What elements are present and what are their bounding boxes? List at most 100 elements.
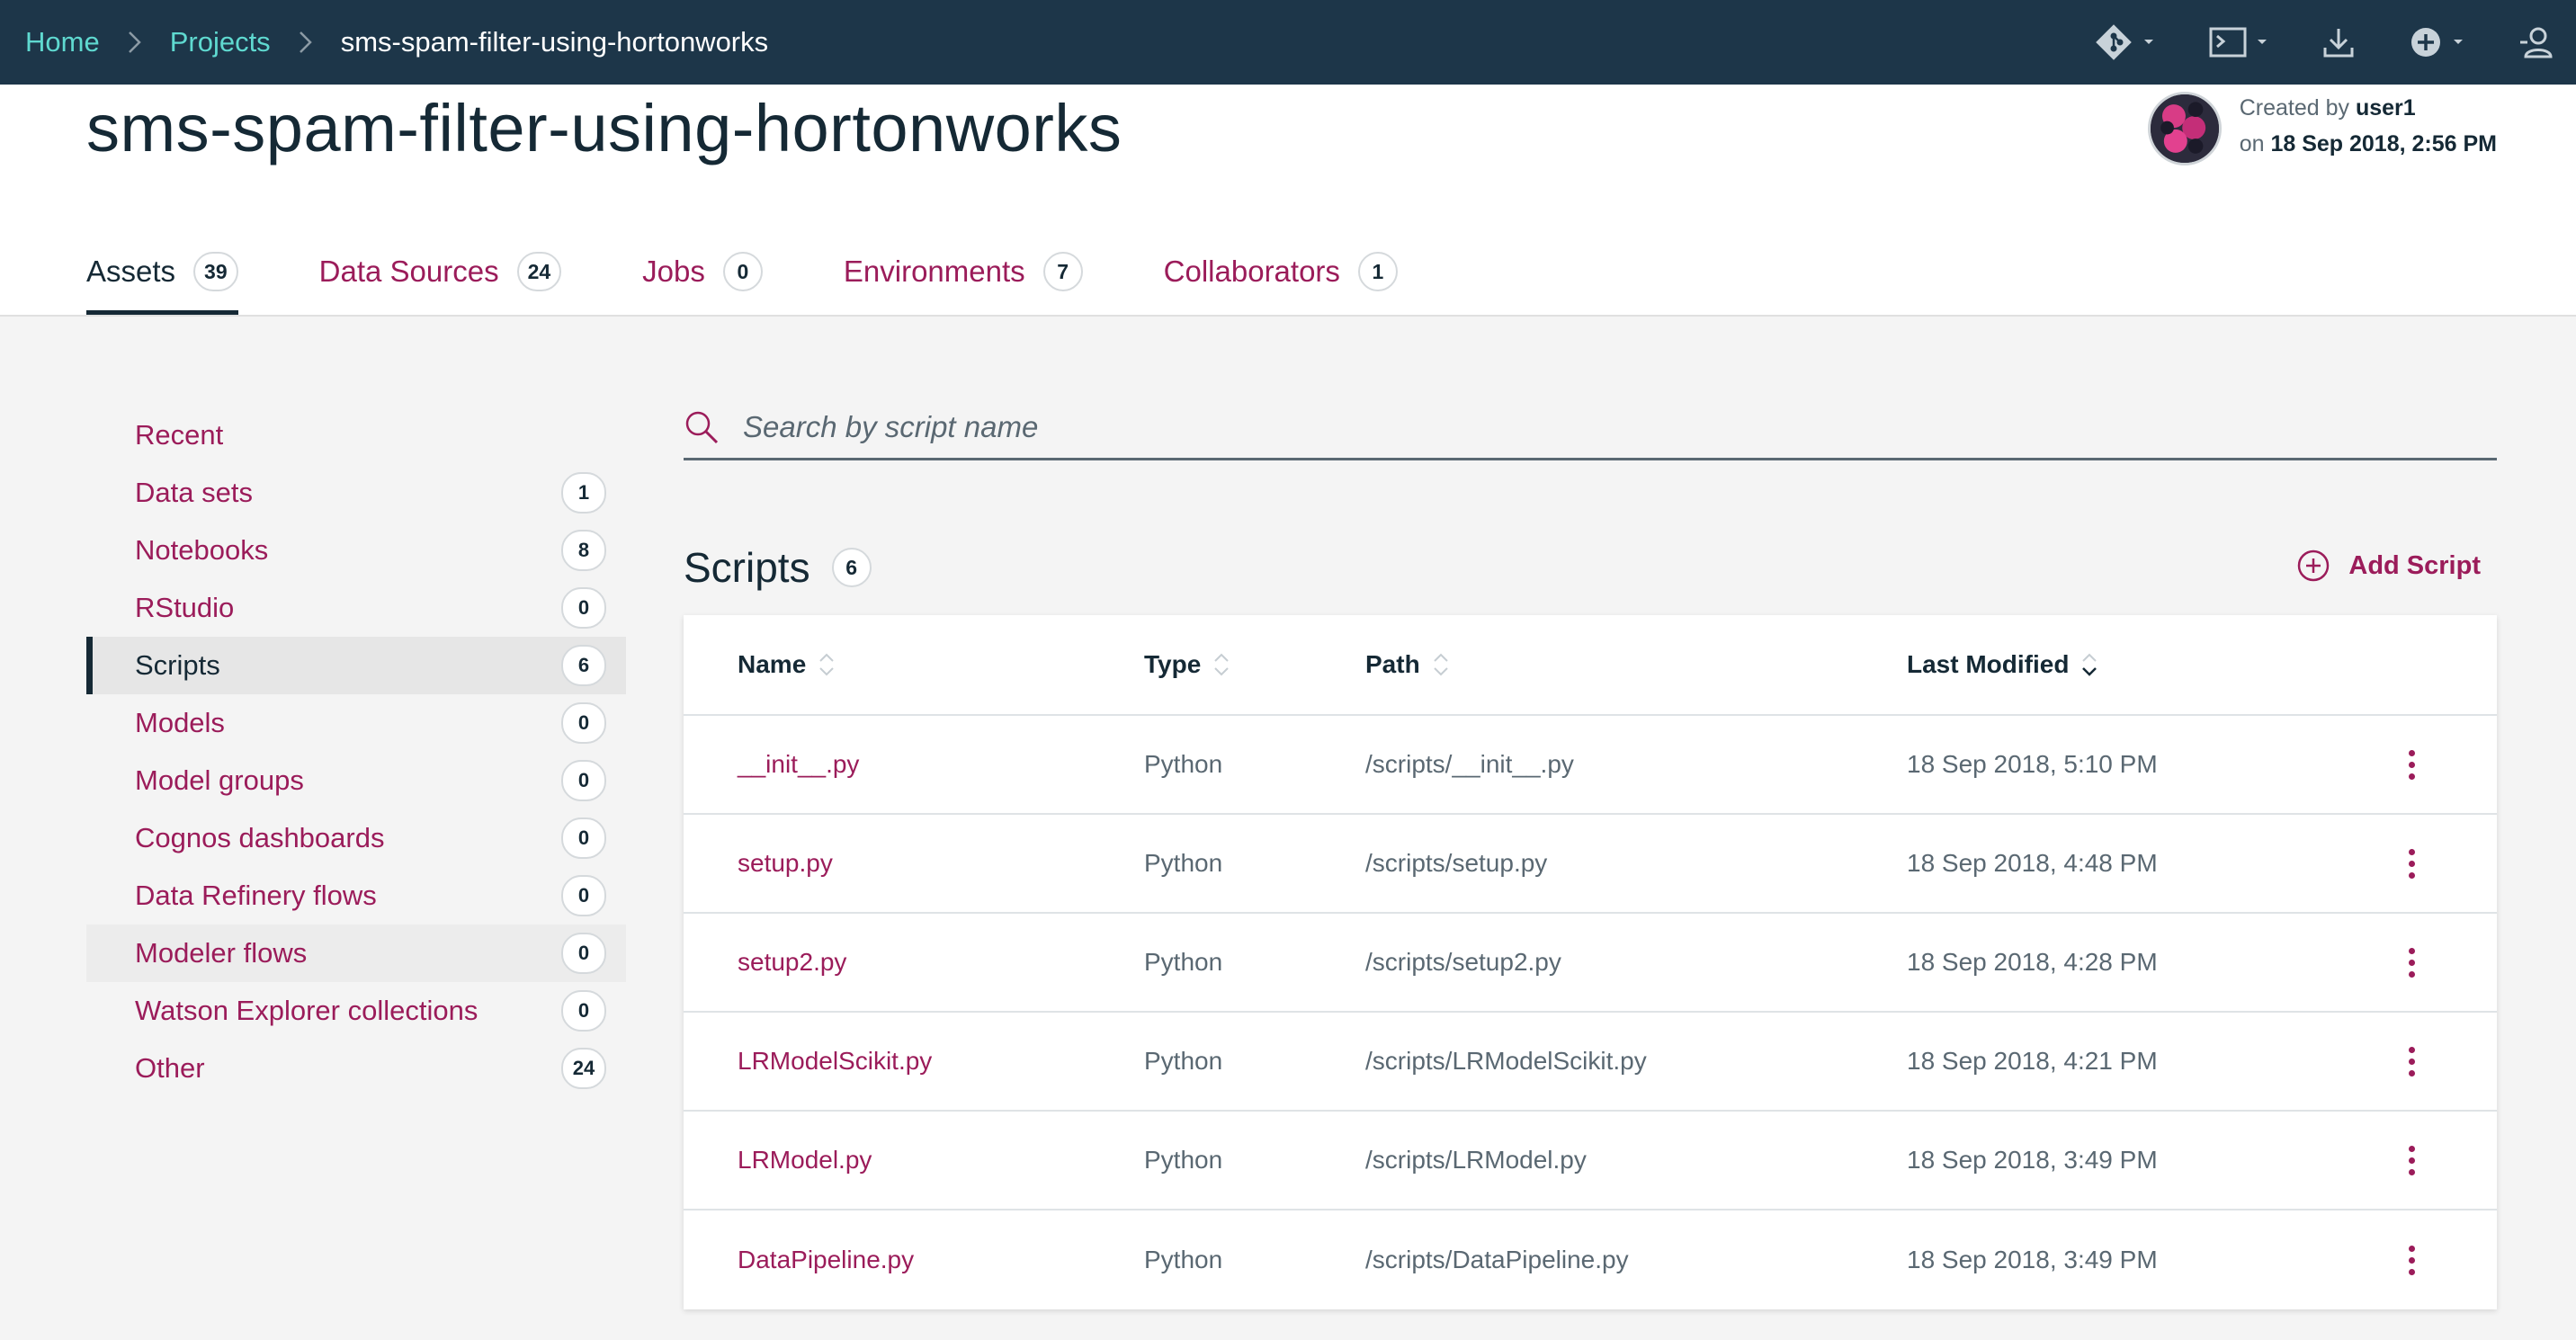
user-profile-button[interactable] bbox=[2518, 24, 2554, 60]
sidebar-item-rstudio[interactable]: RStudio 0 bbox=[86, 579, 626, 637]
user-icon bbox=[2520, 27, 2553, 58]
row-overflow-menu-button[interactable] bbox=[2400, 745, 2424, 785]
count-badge: 6 bbox=[831, 548, 872, 587]
created-by-user: user1 bbox=[2355, 95, 2416, 121]
column-header-label: Path bbox=[1365, 650, 1420, 678]
script-name-link[interactable]: LRModelScikit.py bbox=[738, 1047, 932, 1076]
script-last-modified: 18 Sep 2018, 5:10 PM bbox=[1907, 750, 2158, 778]
table-row[interactable]: DataPipeline.py Python /scripts/DataPipe… bbox=[684, 1210, 2497, 1309]
table-row[interactable]: LRModel.py Python /scripts/LRModel.py 18… bbox=[684, 1112, 2497, 1210]
column-header-type[interactable]: Type bbox=[1144, 650, 1230, 679]
script-name-link[interactable]: __init__.py bbox=[738, 750, 859, 779]
row-overflow-menu-button[interactable] bbox=[2400, 1041, 2424, 1082]
sort-icon bbox=[1213, 653, 1230, 676]
script-last-modified: 18 Sep 2018, 3:49 PM bbox=[1907, 1146, 2158, 1174]
column-header-label: Last Modified bbox=[1907, 650, 2070, 678]
row-overflow-menu-button[interactable] bbox=[2400, 844, 2424, 884]
sidebar-item-watson-explorer-collections[interactable]: Watson Explorer collections 0 bbox=[86, 982, 626, 1040]
script-name-link[interactable]: DataPipeline.py bbox=[738, 1246, 914, 1274]
sidebar-item-label: Notebooks bbox=[135, 534, 269, 566]
script-name-link[interactable]: setup.py bbox=[738, 849, 833, 878]
count-badge: 8 bbox=[561, 530, 606, 571]
count-badge: 0 bbox=[561, 990, 606, 1032]
count-badge: 24 bbox=[516, 252, 562, 291]
script-type: Python bbox=[1144, 1146, 1223, 1174]
column-header-name[interactable]: Name bbox=[738, 650, 835, 679]
sidebar-item-other[interactable]: Other 24 bbox=[86, 1040, 626, 1097]
script-name-link[interactable]: LRModel.py bbox=[738, 1146, 872, 1175]
sort-icon bbox=[1433, 653, 1449, 676]
count-badge: 0 bbox=[561, 933, 606, 974]
kebab-dot-icon bbox=[2409, 871, 2415, 879]
search-input[interactable] bbox=[743, 409, 2452, 444]
breadcrumb-projects[interactable]: Projects bbox=[170, 26, 271, 58]
download-button[interactable] bbox=[2322, 26, 2355, 58]
sidebar-item-modeler-flows[interactable]: Modeler flows 0 bbox=[86, 925, 626, 982]
tab-environments[interactable]: Environments 7 bbox=[844, 228, 1083, 315]
script-path: /scripts/DataPipeline.py bbox=[1365, 1246, 1629, 1273]
kebab-dot-icon bbox=[2409, 1245, 2415, 1252]
breadcrumb-home[interactable]: Home bbox=[25, 26, 100, 58]
table-row[interactable]: setup.py Python /scripts/setup.py 18 Sep… bbox=[684, 815, 2497, 914]
chevron-right-icon bbox=[127, 31, 143, 54]
page-title: sms-spam-filter-using-hortonworks bbox=[86, 91, 1123, 165]
kebab-dot-icon bbox=[2409, 848, 2415, 855]
script-path: /scripts/LRModelScikit.py bbox=[1365, 1047, 1647, 1075]
sidebar-item-models[interactable]: Models 0 bbox=[86, 694, 626, 752]
avatar bbox=[2147, 92, 2222, 165]
git-menu-button[interactable] bbox=[2094, 22, 2155, 62]
sidebar-item-label: Modeler flows bbox=[135, 937, 308, 969]
top-nav-bar: Home Projects sms-spam-filter-using-hort… bbox=[0, 0, 2576, 85]
sort-icon bbox=[818, 653, 835, 676]
tab-collaborators[interactable]: Collaborators 1 bbox=[1164, 228, 1398, 315]
add-script-button[interactable]: Add Script bbox=[2296, 549, 2481, 583]
table-row[interactable]: LRModelScikit.py Python /scripts/LRModel… bbox=[684, 1013, 2497, 1112]
column-header-last-modified[interactable]: Last Modified bbox=[1907, 650, 2097, 679]
chevron-right-icon bbox=[298, 31, 314, 54]
tab-label: Environments bbox=[843, 255, 1025, 288]
count-badge: 0 bbox=[561, 587, 606, 629]
tab-data-sources[interactable]: Data Sources 24 bbox=[319, 228, 562, 315]
tab-label: Jobs bbox=[642, 255, 705, 288]
row-overflow-menu-button[interactable] bbox=[2400, 1140, 2424, 1181]
sidebar-item-cognos-dashboards[interactable]: Cognos dashboards 0 bbox=[86, 809, 626, 867]
add-circle-icon bbox=[2298, 549, 2330, 582]
sidebar-item-recent[interactable]: Recent bbox=[86, 406, 626, 464]
table-row[interactable]: setup2.py Python /scripts/setup2.py 18 S… bbox=[684, 914, 2497, 1013]
row-overflow-menu-button[interactable] bbox=[2400, 942, 2424, 983]
top-nav-actions bbox=[2094, 0, 2576, 85]
section-title-label: Scripts bbox=[684, 544, 810, 591]
tab-label: Collaborators bbox=[1163, 255, 1340, 288]
script-path: /scripts/LRModel.py bbox=[1365, 1146, 1587, 1174]
row-overflow-menu-button[interactable] bbox=[2400, 1240, 2424, 1281]
project-header: sms-spam-filter-using-hortonworks Create… bbox=[0, 85, 2576, 317]
kebab-dot-icon bbox=[2409, 773, 2415, 780]
terminal-menu-button[interactable] bbox=[2209, 27, 2268, 58]
sidebar-item-notebooks[interactable]: Notebooks 8 bbox=[86, 522, 626, 579]
count-badge: 39 bbox=[193, 252, 238, 291]
add-circle-icon bbox=[2411, 28, 2440, 57]
scripts-table: Name Type Path Last Modified __init__.py… bbox=[684, 615, 2497, 1309]
script-type: Python bbox=[1144, 1047, 1223, 1075]
tab-jobs[interactable]: Jobs 0 bbox=[642, 228, 763, 315]
search-bar bbox=[684, 396, 2497, 460]
tab-assets[interactable]: Assets 39 bbox=[86, 228, 238, 315]
script-last-modified: 18 Sep 2018, 4:21 PM bbox=[1907, 1047, 2158, 1075]
count-badge: 1 bbox=[561, 472, 606, 514]
script-type: Python bbox=[1144, 948, 1223, 976]
sidebar-item-model-groups[interactable]: Model groups 0 bbox=[86, 752, 626, 809]
sidebar-item-label: Models bbox=[135, 707, 225, 738]
column-header-label: Type bbox=[1144, 650, 1202, 678]
sidebar-item-data-refinery-flows[interactable]: Data Refinery flows 0 bbox=[86, 867, 626, 925]
table-row[interactable]: __init__.py Python /scripts/__init__.py … bbox=[684, 716, 2497, 815]
count-badge: 1 bbox=[1357, 252, 1398, 291]
script-type: Python bbox=[1144, 849, 1223, 877]
project-tabs: Assets 39 Data Sources 24 Jobs 0 Environ… bbox=[86, 228, 1479, 315]
add-menu-button[interactable] bbox=[2409, 25, 2464, 59]
sidebar-item-data-sets[interactable]: Data sets 1 bbox=[86, 464, 626, 522]
column-header-path[interactable]: Path bbox=[1365, 650, 1449, 679]
script-path: /scripts/setup.py bbox=[1365, 849, 1548, 877]
sidebar-item-scripts[interactable]: Scripts 6 bbox=[86, 637, 626, 694]
script-name-link[interactable]: setup2.py bbox=[738, 948, 846, 977]
sidebar-item-label: Scripts bbox=[135, 649, 220, 681]
